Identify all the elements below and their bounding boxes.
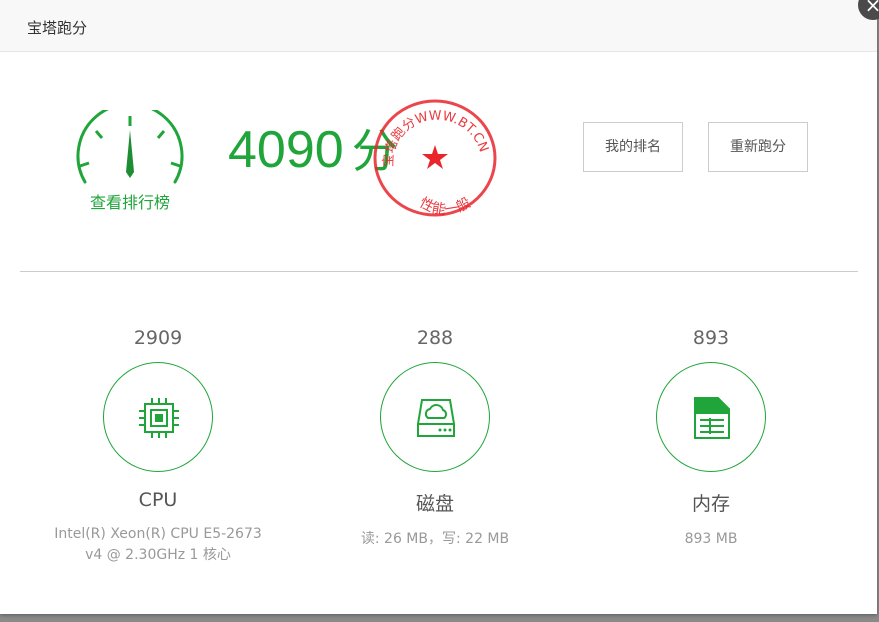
disk-detail: 读: 26 MB，写: 22 MB	[360, 531, 510, 547]
cpu-label: CPU	[138, 489, 178, 511]
metric-cpu: 2909 CPU Intel(R) Xeon(R) CPU E5-2673 v4…	[28, 324, 288, 566]
memory-detail: 893 MB	[684, 531, 738, 547]
benchmark-dialog: 宝塔跑分 查看排行榜 4090 分 宝塔跑分WWW.BT.CN 性能一般 我的排名	[0, 0, 877, 614]
memory-score: 893	[692, 327, 730, 349]
total-score-value: 4090	[228, 121, 344, 179]
ranking-link[interactable]: 查看排行榜	[72, 189, 188, 213]
memory-label: 内存	[691, 493, 730, 515]
dialog-title: 宝塔跑分	[27, 19, 88, 37]
cpu-detail: Intel(R) Xeon(R) CPU E5-2673 v4 @ 2.30GH…	[54, 526, 262, 563]
cpu-circle	[103, 362, 213, 472]
disk-circle	[380, 362, 490, 472]
divider	[20, 271, 858, 272]
cpu-score: 2909	[133, 327, 183, 349]
gauge-icon	[76, 110, 184, 184]
gauge[interactable]: 查看排行榜	[72, 110, 188, 220]
metric-memory: 893 内存 893 MB	[581, 324, 841, 550]
dialog-header: 宝塔跑分	[0, 0, 877, 52]
my-rank-button[interactable]: 我的排名	[583, 122, 683, 172]
disk-score: 288	[416, 327, 454, 349]
cpu-icon	[139, 398, 179, 438]
memory-icon	[694, 397, 730, 439]
stamp-image: 宝塔跑分WWW.BT.CN 性能一般	[373, 99, 497, 218]
disk-label: 磁盘	[415, 493, 454, 515]
memory-circle	[656, 362, 766, 472]
disk-icon	[417, 399, 455, 437]
metric-disk: 288 磁盘 读: 26 MB，写: 22 MB	[305, 324, 565, 550]
retest-button[interactable]: 重新跑分	[708, 122, 808, 172]
